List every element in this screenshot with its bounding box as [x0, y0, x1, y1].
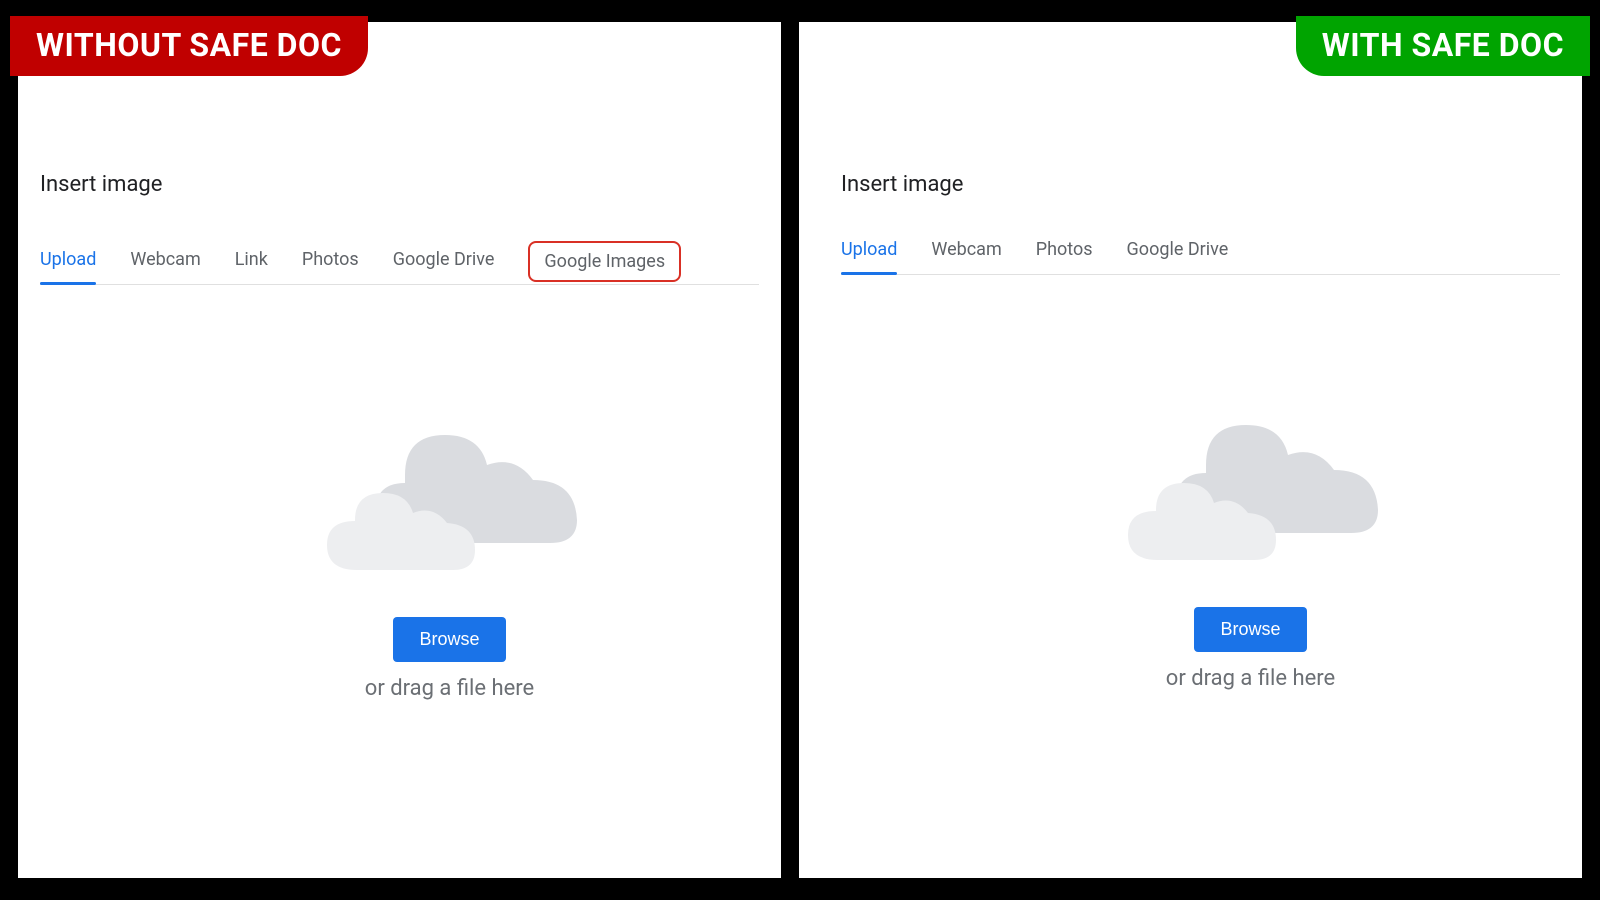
- tab-google-drive[interactable]: Google Drive: [1127, 239, 1229, 274]
- tab-google-images[interactable]: Google Images: [528, 241, 681, 282]
- cloud-icon: [315, 425, 585, 575]
- tab-google-drive[interactable]: Google Drive: [393, 249, 495, 284]
- panel-without-safedoc: WITHOUT SAFE DOC Insert image Upload Web…: [18, 22, 781, 878]
- cloud-icon: [1116, 415, 1386, 565]
- browse-button[interactable]: Browse: [393, 617, 505, 662]
- tab-upload[interactable]: Upload: [841, 239, 897, 274]
- drag-hint: or drag a file here: [365, 676, 534, 701]
- upload-area[interactable]: Browse or drag a file here: [40, 285, 759, 701]
- tab-webcam[interactable]: Webcam: [931, 239, 1001, 274]
- panel-with-safedoc: WITH SAFE DOC Insert image Upload Webcam…: [799, 22, 1582, 878]
- tab-photos[interactable]: Photos: [302, 249, 359, 284]
- tabs-row: Upload Webcam Photos Google Drive: [841, 239, 1560, 275]
- browse-button[interactable]: Browse: [1194, 607, 1306, 652]
- upload-area[interactable]: Browse or drag a file here: [841, 275, 1560, 691]
- tabs-row: Upload Webcam Link Photos Google Drive G…: [40, 239, 759, 285]
- tab-webcam[interactable]: Webcam: [130, 249, 200, 284]
- dialog-title: Insert image: [40, 172, 759, 197]
- tab-link[interactable]: Link: [235, 249, 268, 284]
- badge-without: WITHOUT SAFE DOC: [10, 16, 368, 76]
- tab-upload[interactable]: Upload: [40, 249, 96, 284]
- drag-hint: or drag a file here: [1166, 666, 1335, 691]
- badge-with: WITH SAFE DOC: [1296, 16, 1590, 76]
- tab-photos[interactable]: Photos: [1036, 239, 1093, 274]
- dialog-title: Insert image: [841, 172, 1560, 197]
